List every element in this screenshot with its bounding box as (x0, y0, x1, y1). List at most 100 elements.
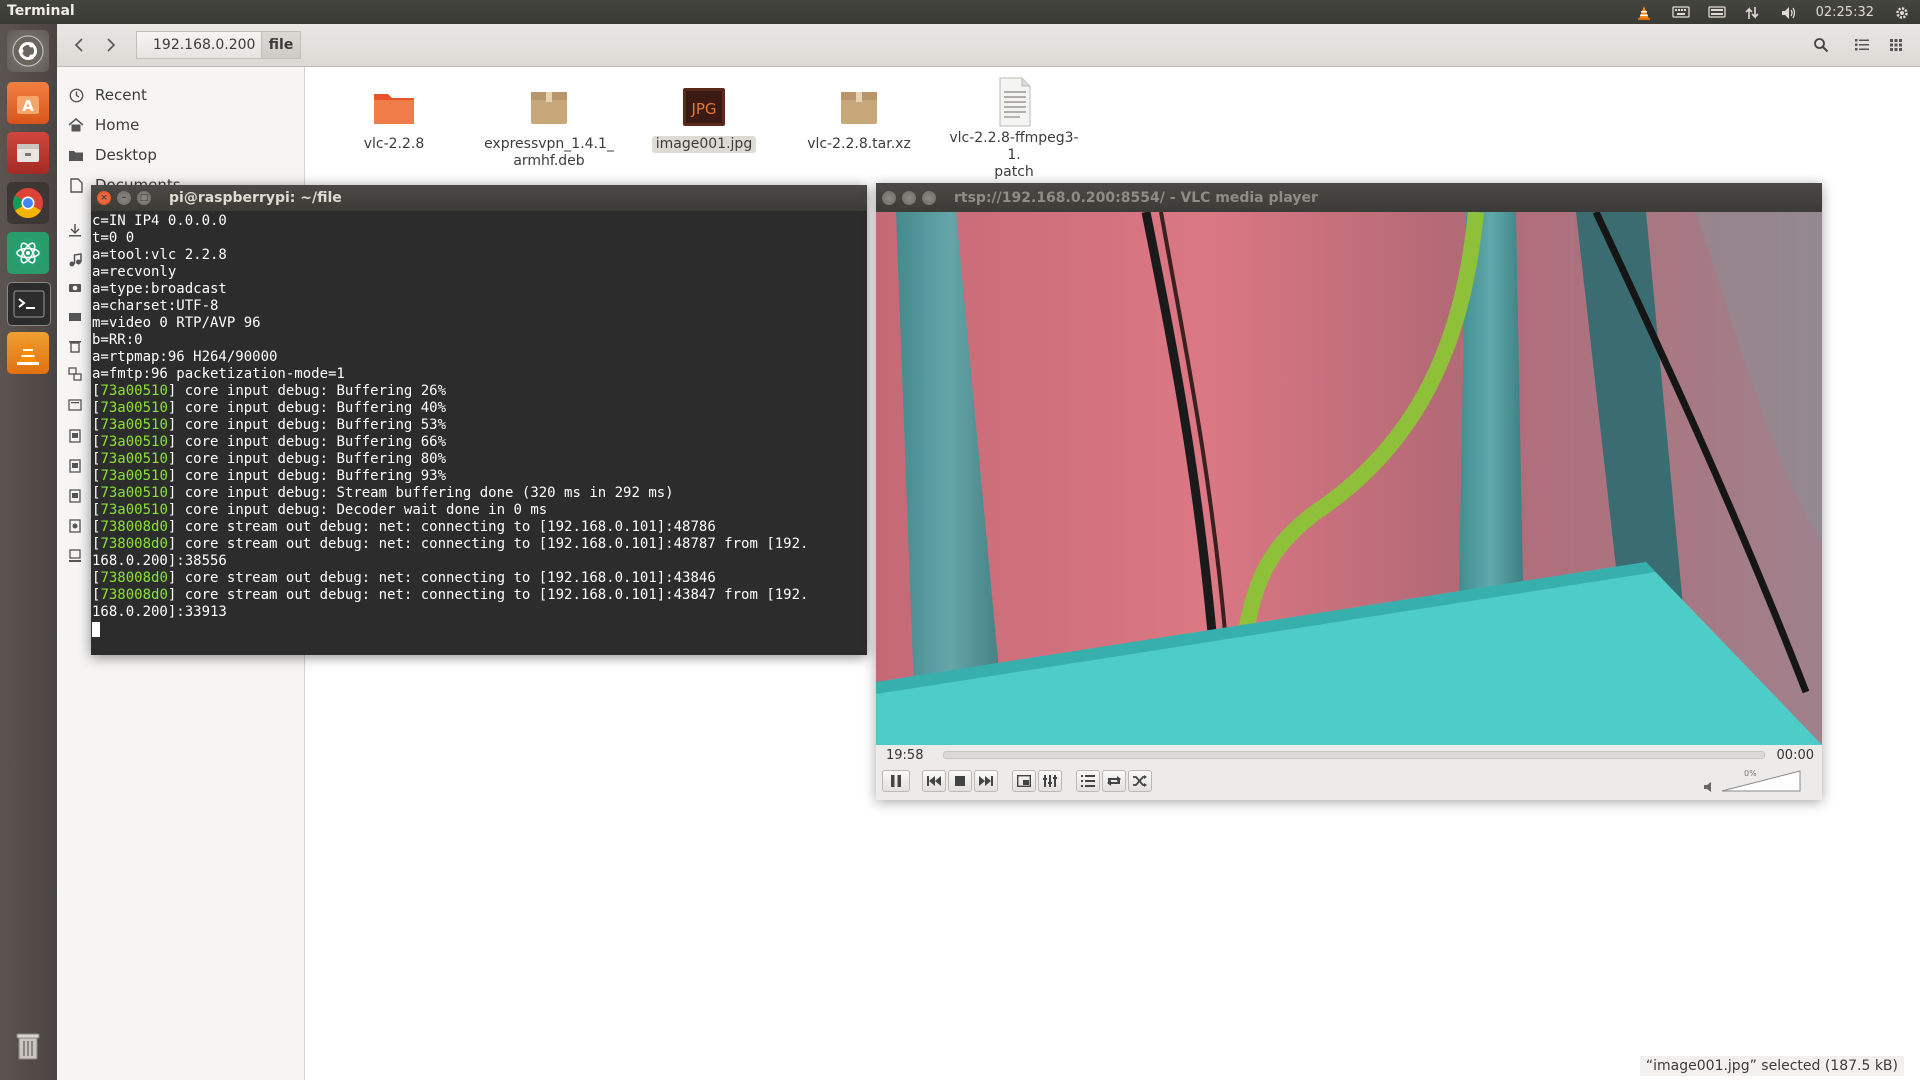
download-icon[interactable] (68, 223, 84, 237)
document-icon (67, 177, 85, 193)
volume-control[interactable]: 0% (1704, 769, 1804, 795)
trash-sidebar-icon[interactable] (68, 339, 84, 353)
maximize-button[interactable] (922, 190, 936, 205)
file-item-vlc-folder[interactable]: vlc-2.2.8 (324, 82, 464, 153)
terminal-text: t=0 0 (92, 230, 135, 246)
breadcrumb-folder-label: file (268, 37, 294, 53)
launcher: A (0, 24, 58, 1080)
keyboard-icon[interactable] (1671, 5, 1690, 19)
file-name: vlc-2.2.8 (363, 136, 425, 152)
file-item-expressvpn-deb[interactable]: expressvpn_1.4.1_ armhf.deb (479, 82, 619, 170)
drive-sidebar-icon[interactable] (68, 399, 84, 413)
close-button[interactable] (882, 190, 896, 205)
pause-button[interactable] (882, 770, 910, 792)
terminal-line: [738008d0] core stream out debug: net: c… (91, 536, 867, 553)
search-button[interactable] (1807, 32, 1835, 58)
close-button[interactable]: × (97, 191, 111, 205)
maximize-button[interactable]: □ (137, 191, 151, 205)
terminal-text: a=rtpmap:96 H264/90000 (92, 349, 278, 365)
package-icon (525, 82, 573, 130)
file-item-vlc-patch[interactable]: vlc-2.2.8-ffmpeg3-1. patch (944, 76, 1084, 181)
terminal-text: core input debug: Stream buffering done … (176, 485, 674, 501)
drive-sidebar-icon-2[interactable] (68, 429, 84, 443)
clock-icon (67, 88, 85, 103)
video-icon[interactable] (68, 311, 84, 325)
volume-percent: 0% (1744, 769, 1757, 778)
terminal-line: a=type:broadcast (91, 281, 867, 298)
files-icon[interactable] (7, 132, 49, 174)
playlist-button[interactable] (1076, 770, 1100, 792)
sidebar-item-home[interactable]: Home (57, 112, 304, 138)
gear-icon[interactable] (1894, 5, 1910, 19)
keyboard-layout-icon[interactable] (1707, 5, 1726, 19)
video-frame[interactable] (876, 212, 1822, 745)
next-button[interactable] (974, 770, 998, 792)
terminal-text: 168.0.200]:33913 (92, 604, 227, 620)
terminal-window[interactable]: × – □ pi@raspberrypi: ~/file c=IN IP4 0.… (91, 185, 867, 655)
breadcrumb-host[interactable]: 192.168.0.200 (136, 31, 262, 59)
terminal-text: b=RR:0 (92, 332, 143, 348)
chrome-icon[interactable] (7, 182, 49, 224)
terminal-output[interactable]: c=IN IP4 0.0.0.0 t=0 0 a=tool:vlc 2.2.8 a=r… (91, 211, 867, 655)
terminal-line: [73a00510] core input debug: Decoder wai… (91, 502, 867, 519)
terminal-text: a=fmtp:96 packetization-mode=1 (92, 366, 345, 382)
camera-icon[interactable] (68, 281, 84, 295)
file-name-line2: patch (994, 164, 1034, 180)
elapsed-time[interactable]: 19:58 (886, 748, 923, 763)
network-sidebar-icon[interactable] (68, 367, 84, 381)
breadcrumb-folder[interactable]: file (261, 31, 301, 59)
fullscreen-button[interactable] (1012, 770, 1036, 792)
loop-icon (1107, 776, 1121, 786)
clock[interactable]: 02:25:32 (1816, 5, 1874, 20)
log-object-id: 738008d0 (100, 587, 168, 603)
computer-sidebar-icon[interactable] (68, 549, 84, 563)
file-item-image001-jpg[interactable]: JPG image001.jpg (634, 82, 774, 153)
vlc-titlebar[interactable]: rtsp://192.168.0.200:8554/ - VLC media p… (876, 183, 1822, 212)
terminal-line: [73a00510] core input debug: Buffering 4… (91, 400, 867, 417)
seek-slider[interactable] (943, 751, 1766, 759)
minimize-button[interactable] (902, 190, 916, 205)
minimize-button[interactable]: – (117, 191, 131, 205)
vlc-window[interactable]: rtsp://192.168.0.200:8554/ - VLC media p… (876, 183, 1822, 800)
sidebar-item-desktop[interactable]: Desktop (57, 142, 304, 168)
log-object-id: 73a00510 (100, 502, 168, 518)
atom-icon[interactable] (7, 232, 49, 274)
terminal-icon[interactable] (7, 282, 51, 326)
terminal-line: [738008d0] core stream out debug: net: c… (91, 587, 867, 604)
terminal-titlebar[interactable]: × – □ pi@raspberrypi: ~/file (91, 185, 867, 211)
stop-button[interactable] (948, 770, 972, 792)
software-center-icon[interactable]: A (7, 82, 49, 124)
list-view-button[interactable] (1848, 32, 1876, 58)
terminal-line: 168.0.200]:33913 (91, 604, 867, 621)
log-object-id: 73a00510 (100, 417, 168, 433)
file-item-vlc-tarxz[interactable]: vlc-2.2.8.tar.xz (789, 82, 929, 153)
terminal-line: 168.0.200]:38556 (91, 553, 867, 570)
previous-button[interactable] (922, 770, 946, 792)
sidebar-item-label: Recent (95, 86, 147, 104)
speaker-icon (1704, 782, 1711, 792)
drive-sidebar-icon-3[interactable] (68, 459, 84, 473)
network-icon[interactable] (1744, 5, 1760, 19)
terminal-text: core input debug: Buffering 93% (176, 468, 447, 484)
drive-sidebar-icon-5[interactable] (68, 519, 84, 533)
sidebar-item-recent[interactable]: Recent (57, 82, 304, 108)
forward-button[interactable] (97, 32, 125, 58)
extended-settings-button[interactable] (1038, 770, 1062, 792)
terminal-line: [738008d0] core stream out debug: net: c… (91, 519, 867, 536)
back-button[interactable] (65, 32, 93, 58)
search-icon (1814, 38, 1829, 53)
grid-view-button[interactable] (1882, 32, 1910, 58)
drive-sidebar-icon-4[interactable] (68, 489, 84, 503)
dash-home-icon[interactable] (7, 30, 49, 72)
vlc-launcher-icon[interactable] (7, 332, 49, 374)
shuffle-button[interactable] (1128, 770, 1152, 792)
trash-icon[interactable] (7, 1024, 49, 1066)
remaining-time[interactable]: 00:00 (1777, 748, 1814, 763)
terminal-line: a=fmtp:96 packetization-mode=1 (91, 366, 867, 383)
volume-icon[interactable] (1780, 5, 1796, 19)
loop-button[interactable] (1102, 770, 1126, 792)
terminal-line: [73a00510] core input debug: Buffering 9… (91, 468, 867, 485)
vlc-tray-icon[interactable] (1636, 5, 1652, 20)
vlc-title: rtsp://192.168.0.200:8554/ - VLC media p… (954, 189, 1318, 206)
music-icon[interactable] (68, 253, 84, 267)
